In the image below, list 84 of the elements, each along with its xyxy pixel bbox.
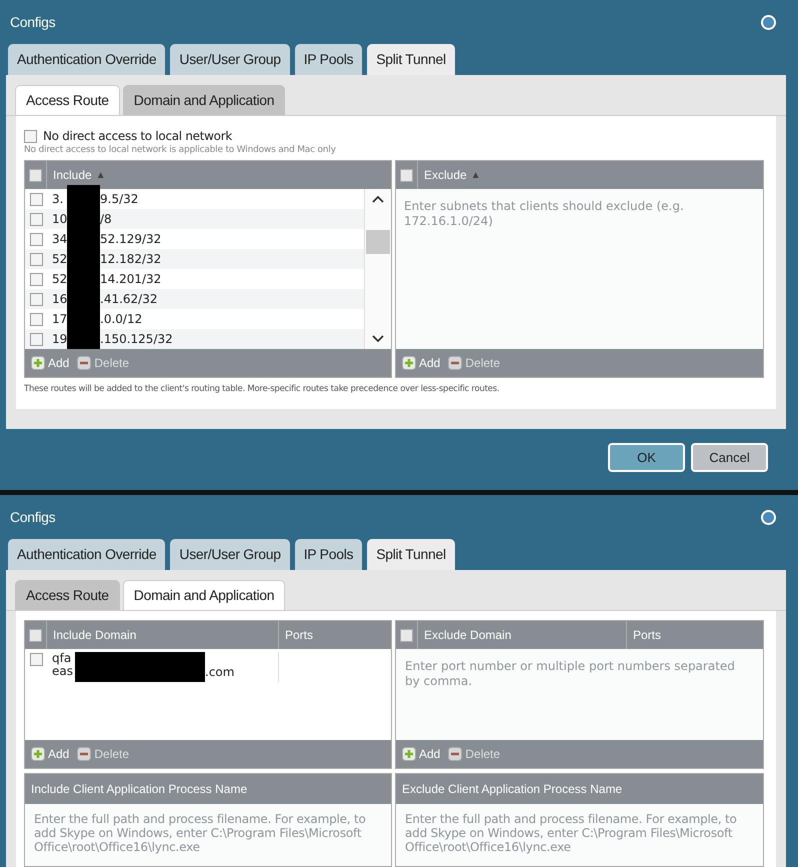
minus-icon bbox=[448, 747, 462, 761]
placeholder-text: Enter the full path and process filename. For example, to add Skype on Windows, enter C:\Program Files\Microsoft Office\root\Office16\lync.exe bbox=[34, 812, 367, 854]
cancel-button[interactable]: Cancel bbox=[691, 443, 768, 472]
table-cell-text: 17 bbox=[52, 311, 68, 328]
column-header[interactable]: Ports bbox=[633, 626, 662, 644]
column-header[interactable]: Exclude Domain bbox=[424, 626, 512, 644]
column-header[interactable]: Exclude bbox=[424, 166, 467, 184]
table-cell-text: .41.62/32 bbox=[100, 291, 158, 308]
placeholder-text: Enter port number or multiple port numbers separated by comma. bbox=[405, 659, 735, 689]
placeholder-text: Enter subnets that clients should exclude (e.g. 172.16.1.0/24) bbox=[404, 199, 685, 229]
checkbox[interactable] bbox=[30, 212, 42, 226]
table-cell-text: .0.0/12 bbox=[100, 311, 142, 328]
minus-icon bbox=[77, 747, 92, 761]
checkbox[interactable] bbox=[30, 272, 42, 286]
chevron-up-icon bbox=[372, 195, 384, 203]
checkbox[interactable] bbox=[29, 168, 42, 182]
checkbox[interactable] bbox=[29, 628, 42, 642]
tab[interactable]: User/User Group bbox=[170, 539, 290, 570]
help-icon[interactable] bbox=[761, 510, 776, 524]
scrollbar-thumb[interactable] bbox=[366, 230, 390, 254]
add-button[interactable]: Add bbox=[31, 354, 70, 372]
checkbox[interactable] bbox=[30, 332, 42, 346]
table-cell-text: .150.125/32 bbox=[100, 331, 173, 348]
sort-arrow: ▲ bbox=[96, 168, 106, 182]
tab[interactable]: User/User Group bbox=[170, 44, 290, 75]
table-cell: qfa bbox=[52, 652, 72, 665]
plus-icon bbox=[31, 747, 45, 761]
table-cell-text: 52 bbox=[52, 271, 68, 288]
add-button[interactable]: Add bbox=[402, 354, 440, 372]
minus-icon bbox=[448, 356, 462, 370]
tab[interactable]: IP Pools bbox=[294, 44, 362, 75]
plus-icon bbox=[402, 356, 416, 370]
checkbox-label: No direct access to local network bbox=[43, 128, 232, 145]
table-cell: eas bbox=[52, 665, 73, 678]
checkbox[interactable] bbox=[400, 628, 413, 642]
table-cell-text: 52.129/32 bbox=[100, 231, 162, 248]
checkbox[interactable] bbox=[30, 653, 42, 666]
column-header: Include Client Application Process Name bbox=[31, 781, 248, 798]
table-cell-text: 34 bbox=[52, 231, 68, 248]
tab[interactable]: Domain and Application bbox=[122, 85, 286, 115]
column-header[interactable]: Include Domain bbox=[53, 626, 136, 644]
dialog-title: Configs bbox=[10, 12, 56, 32]
checkbox[interactable] bbox=[30, 312, 42, 326]
tab[interactable]: Access Route bbox=[15, 580, 120, 610]
placeholder-text: Enter the full path and process filename. For example, to add Skype on Windows, enter C:\Program Files\Microsoft Office\root\Office16\lync.exe bbox=[405, 812, 738, 854]
checkbox[interactable] bbox=[24, 130, 37, 142]
tab[interactable]: Authentication Override bbox=[8, 539, 166, 570]
help-icon[interactable] bbox=[761, 14, 776, 30]
dialog-title: Configs bbox=[10, 508, 56, 527]
tab[interactable]: Domain and Application bbox=[122, 580, 286, 610]
column-header[interactable]: Include bbox=[53, 166, 92, 184]
tab[interactable]: Split Tunnel bbox=[367, 44, 455, 75]
chevron-down-icon bbox=[372, 335, 384, 343]
checkbox[interactable] bbox=[30, 292, 42, 306]
table-cell-text: 12.182/32 bbox=[100, 251, 162, 268]
table-cell-text: 52 bbox=[52, 251, 68, 268]
checkbox[interactable] bbox=[30, 232, 42, 246]
minus-icon bbox=[77, 356, 92, 370]
table-cell-text: 10 bbox=[52, 211, 68, 228]
tab[interactable]: IP Pools bbox=[294, 539, 362, 570]
table-cell-text: 14.201/32 bbox=[100, 271, 162, 288]
table-cell-text: 9.5/32 bbox=[100, 191, 138, 208]
add-button[interactable]: Add bbox=[402, 745, 440, 763]
plus-icon bbox=[402, 747, 416, 761]
table-cell-text: 16 bbox=[52, 291, 68, 308]
tab[interactable]: Authentication Override bbox=[8, 44, 166, 75]
hint-text: No direct access to local network is applicable to Windows and Mac only bbox=[24, 144, 337, 157]
tab[interactable]: Split Tunnel bbox=[367, 539, 455, 570]
note-text: These routes will be added to the client's routing table. More-specific routes take precedence over less-specific routes. bbox=[24, 383, 500, 396]
add-button[interactable]: Add bbox=[31, 745, 70, 763]
checkbox[interactable] bbox=[30, 252, 42, 266]
plus-icon bbox=[31, 356, 45, 370]
column-header: Exclude Client Application Process Name bbox=[402, 781, 622, 798]
sort-arrow: ▲ bbox=[470, 168, 481, 182]
table-cell-text: 3. bbox=[52, 191, 64, 208]
column-header[interactable]: Ports bbox=[285, 626, 314, 644]
tab[interactable]: Access Route bbox=[15, 85, 120, 115]
ok-button[interactable]: OK bbox=[608, 443, 685, 472]
scrollbar[interactable] bbox=[364, 189, 391, 349]
checkbox[interactable] bbox=[30, 192, 42, 206]
table-cell: .com bbox=[205, 666, 234, 679]
table-cell-text: 19 bbox=[52, 331, 68, 348]
table-cell-text: /8 bbox=[100, 211, 112, 228]
checkbox[interactable] bbox=[400, 168, 413, 182]
